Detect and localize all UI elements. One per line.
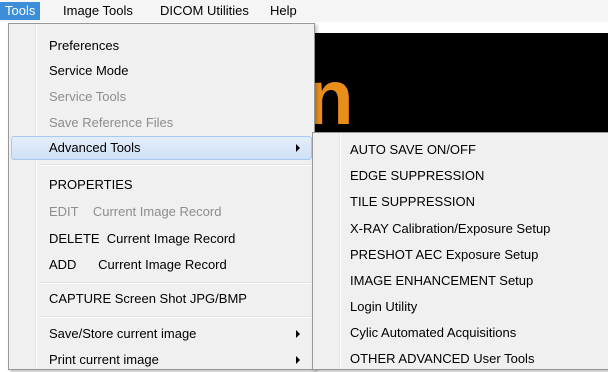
submenu-item-login-utility[interactable]: Login Utility [315,294,607,320]
menu-item-save-reference-files[interactable]: Save Reference Files [11,111,312,135]
menu-item-label: Save Reference Files [49,115,174,130]
menu-bar: Tools Image Tools DICOM Utilities Help [0,0,608,23]
submenu-item-auto-save[interactable]: AUTO SAVE ON/OFF [315,137,607,163]
submenu-item-preshot-aec[interactable]: PRESHOT AEC Exposure Setup [315,242,607,268]
menu-item-preferences[interactable]: Preferences [11,34,312,58]
submenu-item-other-advanced-tools[interactable]: OTHER ADVANCED User Tools [315,346,607,372]
menu-item-delete-record[interactable]: DELETE Current Image Record [11,227,312,251]
submenu-arrow-icon [296,144,300,152]
menu-item-label: ADD Current Image Record [49,257,227,272]
menu-item-label: Service Mode [49,63,129,78]
menu-item-label: CAPTURE Screen Shot JPG/BMP [49,291,247,306]
menu-item-label: PROPERTIES [49,177,133,192]
menu-item-label: Advanced Tools [49,140,141,155]
menu-dicom-utilities[interactable]: DICOM Utilities [155,2,254,20]
advanced-tools-submenu: AUTO SAVE ON/OFF EDGE SUPPRESSION TILE S… [312,132,608,370]
menu-item-properties[interactable]: PROPERTIES [11,173,312,197]
menu-item-label: EDIT Current Image Record [49,204,222,219]
submenu-arrow-icon [296,356,300,364]
submenu-item-label: AUTO SAVE ON/OFF [350,142,476,157]
menu-item-save-store-image[interactable]: Save/Store current image [11,322,312,346]
menu-separator [39,316,311,318]
brand-logo-letter: n [306,53,354,141]
menu-separator [39,164,311,166]
menu-item-advanced-tools[interactable]: Advanced Tools [11,136,312,160]
tools-dropdown-menu: Preferences Service Mode Service Tools S… [8,23,315,370]
menu-item-service-tools[interactable]: Service Tools [11,85,312,109]
menu-item-label: Save/Store current image [49,326,197,341]
menu-item-add-record[interactable]: ADD Current Image Record [11,253,312,277]
submenu-item-cyclic-acquisitions[interactable]: Cylic Automated Acquisitions [315,320,607,346]
submenu-item-label: X-RAY Calibration/Exposure Setup [350,221,551,236]
submenu-item-label: EDGE SUPPRESSION [350,168,485,183]
menu-item-service-mode[interactable]: Service Mode [11,59,312,83]
menu-item-label: DELETE Current Image Record [49,231,236,246]
menu-item-edit-record[interactable]: EDIT Current Image Record [11,200,312,224]
submenu-arrow-icon [296,330,300,338]
menu-image-tools[interactable]: Image Tools [58,2,138,20]
submenu-item-label: TILE SUPPRESSION [350,194,475,209]
menu-separator [39,282,311,284]
menu-item-print-image[interactable]: Print current image [11,348,312,372]
menu-item-capture-screenshot[interactable]: CAPTURE Screen Shot JPG/BMP [11,287,312,311]
submenu-item-label: IMAGE ENHANCEMENT Setup [350,273,534,288]
submenu-item-label: OTHER ADVANCED User Tools [350,351,535,366]
menu-item-label: Preferences [49,38,120,53]
menu-help[interactable]: Help [265,2,302,20]
menu-tools[interactable]: Tools [0,2,41,20]
submenu-item-label: PRESHOT AEC Exposure Setup [350,247,539,262]
submenu-item-xray-calibration[interactable]: X-RAY Calibration/Exposure Setup [315,216,607,242]
submenu-item-label: Login Utility [350,299,418,314]
submenu-item-tile-suppression[interactable]: TILE SUPPRESSION [315,189,607,215]
menu-item-label: Service Tools [49,89,127,104]
menu-item-label: Print current image [49,352,159,367]
submenu-item-label: Cylic Automated Acquisitions [350,325,517,340]
submenu-item-image-enhancement[interactable]: IMAGE ENHANCEMENT Setup [315,268,607,294]
submenu-item-edge-suppression[interactable]: EDGE SUPPRESSION [315,163,607,189]
